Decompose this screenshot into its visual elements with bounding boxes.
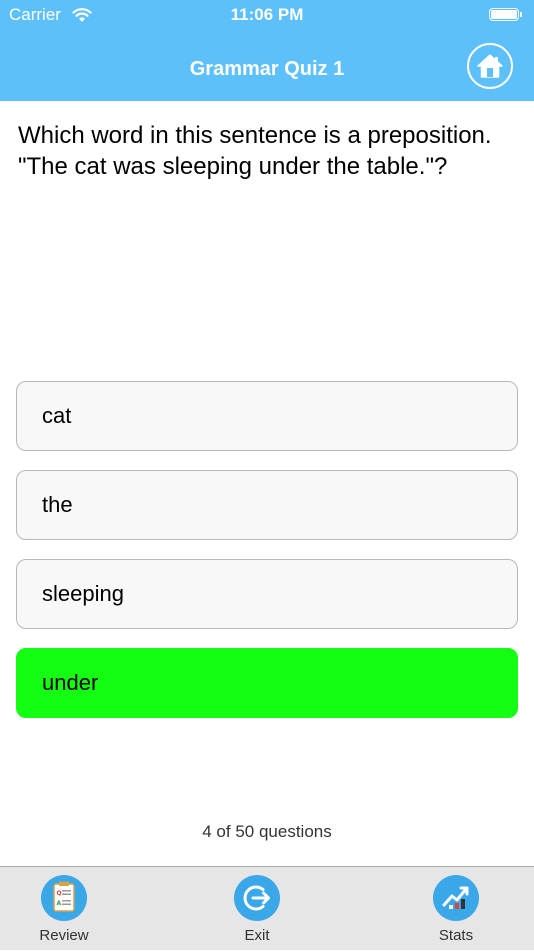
answer-option-under[interactable]: under	[16, 648, 518, 718]
answer-label: under	[42, 670, 99, 695]
home-icon	[477, 54, 503, 78]
clock: 11:06 PM	[230, 5, 304, 24]
svg-text:A: A	[57, 900, 62, 907]
svg-text:Q: Q	[57, 890, 62, 897]
tab-label: Exit	[244, 927, 270, 944]
status-bar: Carrier 11:06 PM	[0, 0, 534, 30]
battery-icon	[489, 8, 519, 21]
stats-chart-icon	[433, 875, 479, 921]
tab-label: Stats	[438, 927, 474, 944]
home-button[interactable]	[467, 43, 513, 89]
tab-review[interactable]: Q A Review	[4, 867, 124, 951]
answer-label: sleeping	[42, 581, 124, 606]
battery-nub	[520, 12, 522, 17]
answer-option-cat[interactable]: cat	[16, 381, 518, 451]
answer-option-sleeping[interactable]: sleeping	[16, 559, 518, 629]
clipboard-icon: Q A	[41, 875, 87, 921]
question-text: Which word in this sentence is a preposi…	[18, 122, 492, 180]
tab-label: Review	[39, 927, 89, 944]
tab-exit[interactable]: Exit	[197, 867, 317, 951]
tab-stats[interactable]: Stats	[396, 867, 516, 951]
answer-label: cat	[42, 403, 72, 428]
answer-label: the	[42, 492, 73, 517]
progress-counter: 4 of 50 questions	[202, 822, 332, 841]
exit-icon	[234, 875, 280, 921]
header-bar: Carrier 11:06 PM Grammar Quiz 1	[0, 0, 534, 101]
page-title: Grammar Quiz 1	[189, 58, 345, 80]
tab-bar: Q A Review Exit Stats	[0, 866, 534, 950]
answer-option-the[interactable]: the	[16, 470, 518, 540]
